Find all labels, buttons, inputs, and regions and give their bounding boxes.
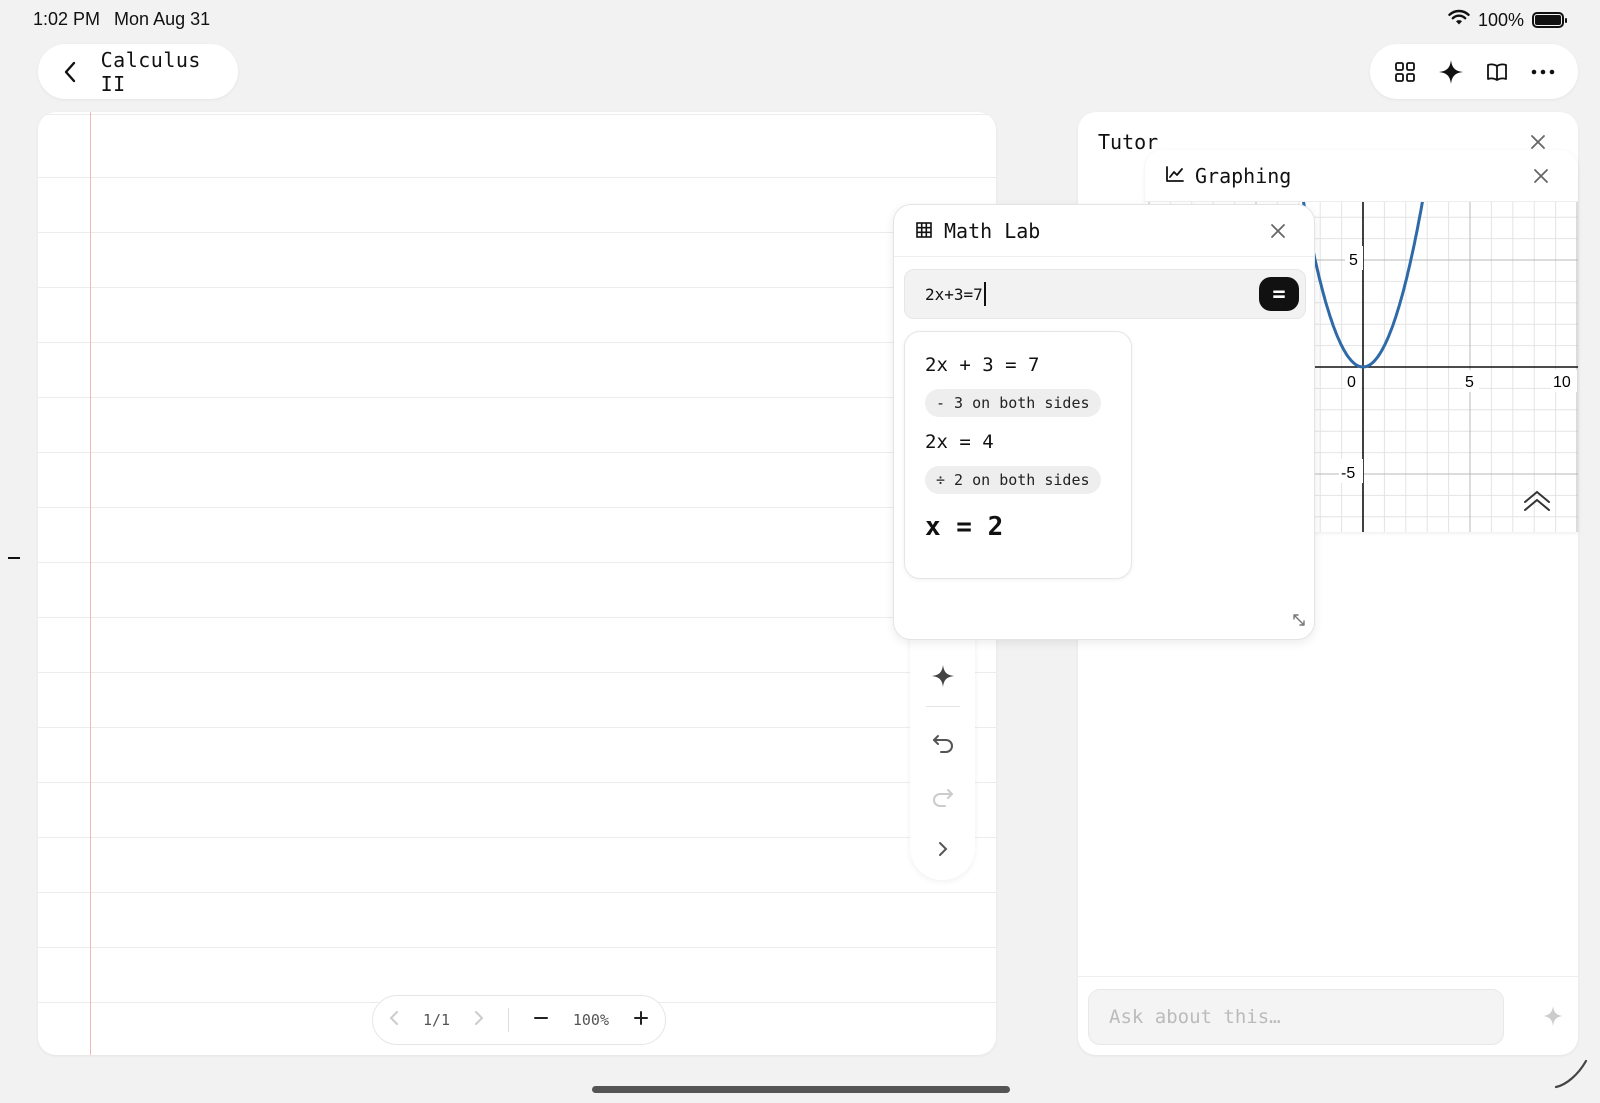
page-margin-line (90, 112, 91, 1055)
next-page-icon[interactable] (474, 1010, 484, 1030)
chart-line-icon (1165, 164, 1185, 188)
page-navigation-bar: 1/1 100% (372, 995, 666, 1045)
notebook-title-pill[interactable]: Calculus II (38, 44, 238, 99)
graphing-title: Graphing (1195, 163, 1292, 188)
expression-input[interactable]: 2x+3=7 = (904, 269, 1306, 319)
graphing-close-icon[interactable] (1533, 168, 1549, 184)
home-indicator (592, 1086, 1010, 1093)
zoom-level: 100% (572, 1011, 609, 1029)
pencil-stroke-icon (1552, 1055, 1592, 1095)
math-lab-panel: Math Lab 2x+3=7 = 2x + 3 = 7 - 3 on both… (893, 204, 1315, 640)
status-bar-left: 1:02 PM Mon Aug 31 (33, 9, 210, 30)
send-sparkle-icon[interactable] (1542, 1005, 1564, 1031)
tutor-ask-input[interactable]: Ask about this… (1088, 989, 1504, 1045)
x-tick-5: 5 (1465, 374, 1474, 391)
tutor-close-icon[interactable] (1530, 134, 1546, 150)
redo-icon[interactable] (927, 781, 959, 813)
step-operation-2: ÷ 2 on both sides (925, 466, 1101, 494)
vertical-tool-strip (910, 630, 975, 880)
status-bar-right: 100% (1448, 9, 1567, 31)
grid-view-icon[interactable] (1389, 56, 1421, 88)
nav-divider (507, 1008, 509, 1032)
zoom-out-icon[interactable] (533, 1010, 549, 1030)
math-lab-close-icon[interactable] (1270, 223, 1286, 239)
x-tick-10: 10 (1553, 374, 1571, 391)
notebook-title: Calculus II (100, 47, 201, 96)
battery-icon (1532, 12, 1567, 28)
expression-value: 2x+3=7 (925, 284, 983, 304)
y-tick-5: 5 (1349, 252, 1358, 269)
previous-page-icon[interactable] (389, 1010, 399, 1030)
collapse-chevrons-icon[interactable] (1524, 490, 1550, 511)
y-tick-neg5: -5 (1341, 465, 1355, 482)
top-toolbar (1370, 44, 1578, 99)
more-options-icon[interactable] (1527, 56, 1559, 88)
back-chevron-icon[interactable] (56, 56, 85, 88)
undo-icon[interactable] (927, 727, 959, 759)
tutor-footer-divider (1078, 976, 1578, 977)
sparkle-ai-icon[interactable] (1435, 56, 1467, 88)
step-equation-1: 2x + 3 = 7 (925, 354, 1040, 376)
solution-steps-card: 2x + 3 = 7 - 3 on both sides 2x = 4 ÷ 2 … (904, 331, 1132, 579)
battery-percent: 100% (1477, 9, 1524, 30)
text-caret (983, 282, 986, 306)
table-grid-icon (916, 219, 932, 243)
x-tick-0: 0 (1347, 374, 1356, 391)
sidebar-handle[interactable] (8, 557, 20, 559)
step-operation-1: - 3 on both sides (925, 389, 1101, 417)
resize-arrows-icon[interactable] (1292, 612, 1306, 631)
math-lab-title: Math Lab (944, 218, 1041, 243)
step-equation-2: 2x = 4 (925, 431, 994, 453)
solve-button[interactable]: = (1259, 277, 1299, 311)
book-icon[interactable] (1481, 56, 1513, 88)
tutor-title: Tutor (1098, 130, 1159, 154)
tool-divider (925, 706, 960, 707)
status-date: Mon Aug 31 (114, 9, 211, 29)
sparkle-tool-icon[interactable] (927, 660, 959, 692)
notebook-page-canvas[interactable] (38, 112, 996, 1055)
zoom-in-icon[interactable] (633, 1010, 649, 1030)
step-result: x = 2 (925, 512, 1004, 542)
page-indicator: 1/1 (422, 1011, 451, 1029)
status-time: 1:02 PM (33, 9, 101, 29)
math-lab-header[interactable]: Math Lab (894, 205, 1314, 257)
wifi-icon (1448, 9, 1470, 31)
graphing-header[interactable]: Graphing (1145, 150, 1578, 202)
expand-chevron-icon[interactable] (927, 833, 959, 865)
